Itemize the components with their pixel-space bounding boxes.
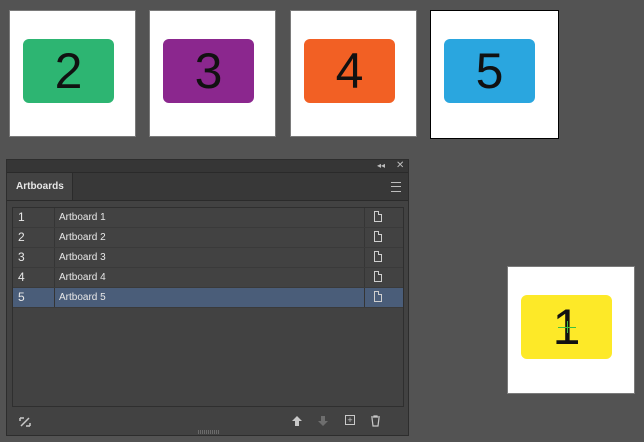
artboard-5[interactable]: 5 <box>430 10 559 139</box>
row-number: 3 <box>18 248 55 267</box>
artboard-5-tile: 5 <box>444 39 535 103</box>
close-icon[interactable]: ✕ <box>396 159 404 172</box>
artboard-row-3[interactable]: 3 Artboard 3 <box>13 248 403 268</box>
row-options-cell[interactable] <box>364 288 405 307</box>
row-options-cell[interactable] <box>364 208 405 227</box>
artboards-panel: ◂◂ ✕ Artboards 1 Artboard 1 2 Artboard 2… <box>6 159 409 436</box>
row-name[interactable]: Artboard 4 <box>59 268 106 287</box>
panel-tab-row: Artboards <box>7 173 408 201</box>
document-icon[interactable] <box>374 291 382 302</box>
panel-footer: + <box>7 409 408 435</box>
row-number: 1 <box>18 208 55 227</box>
row-name[interactable]: Artboard 1 <box>59 208 106 227</box>
artboard-1-tile: 1 <box>521 295 612 359</box>
artboard-3[interactable]: 3 <box>149 10 276 137</box>
artboard-1[interactable]: 1 <box>507 266 635 394</box>
artboard-4-number: 4 <box>335 43 364 99</box>
document-icon[interactable] <box>374 271 382 282</box>
artboard-row-1[interactable]: 1 Artboard 1 <box>13 208 403 228</box>
document-icon[interactable] <box>374 211 382 222</box>
row-options-cell[interactable] <box>364 228 405 247</box>
artboard-3-tile: 3 <box>163 39 254 103</box>
artboard-row-5[interactable]: 5 Artboard 5 <box>13 288 403 308</box>
tab-artboards[interactable]: Artboards <box>7 173 73 200</box>
row-name[interactable]: Artboard 3 <box>59 248 106 267</box>
row-options-cell[interactable] <box>364 268 405 287</box>
new-artboard-icon[interactable]: + <box>345 415 355 425</box>
delete-icon[interactable] <box>370 415 381 430</box>
artboard-5-number: 5 <box>475 43 504 99</box>
artboard-list: 1 Artboard 1 2 Artboard 2 3 Artboard 3 4… <box>12 207 404 407</box>
move-up-icon[interactable] <box>291 415 303 430</box>
row-number: 4 <box>18 268 55 287</box>
row-number: 2 <box>18 228 55 247</box>
resize-grip[interactable] <box>198 430 220 434</box>
artboard-row-4[interactable]: 4 Artboard 4 <box>13 268 403 288</box>
artboard-3-number: 3 <box>194 43 223 99</box>
artboard-4[interactable]: 4 <box>290 10 417 137</box>
document-icon[interactable] <box>374 231 382 242</box>
row-number: 5 <box>18 288 55 307</box>
artboard-4-tile: 4 <box>304 39 395 103</box>
rearrange-icon[interactable] <box>18 415 32 432</box>
row-name[interactable]: Artboard 2 <box>59 228 106 247</box>
center-crosshair-v <box>566 321 568 333</box>
artboard-2-tile: 2 <box>23 39 114 103</box>
artboard-row-2[interactable]: 2 Artboard 2 <box>13 228 403 248</box>
collapse-icon[interactable]: ◂◂ <box>377 159 385 172</box>
row-options-cell[interactable] <box>364 248 405 267</box>
artboard-2[interactable]: 2 <box>9 10 136 137</box>
artboard-2-number: 2 <box>54 43 83 99</box>
move-down-icon[interactable] <box>317 415 329 430</box>
row-name[interactable]: Artboard 5 <box>59 288 106 307</box>
panel-titlebar[interactable]: ◂◂ ✕ <box>7 160 408 173</box>
panel-menu-icon[interactable] <box>391 182 401 192</box>
document-icon[interactable] <box>374 251 382 262</box>
